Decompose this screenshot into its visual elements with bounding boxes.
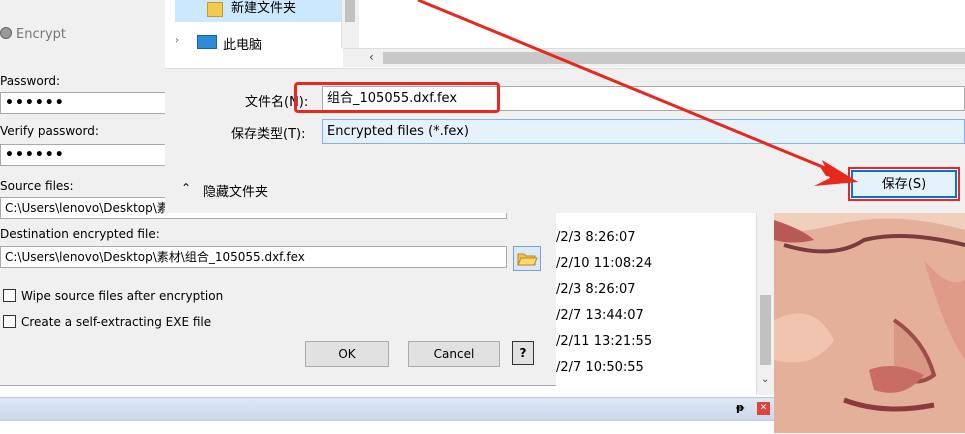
- annotation-arrow: [417, 0, 858, 186]
